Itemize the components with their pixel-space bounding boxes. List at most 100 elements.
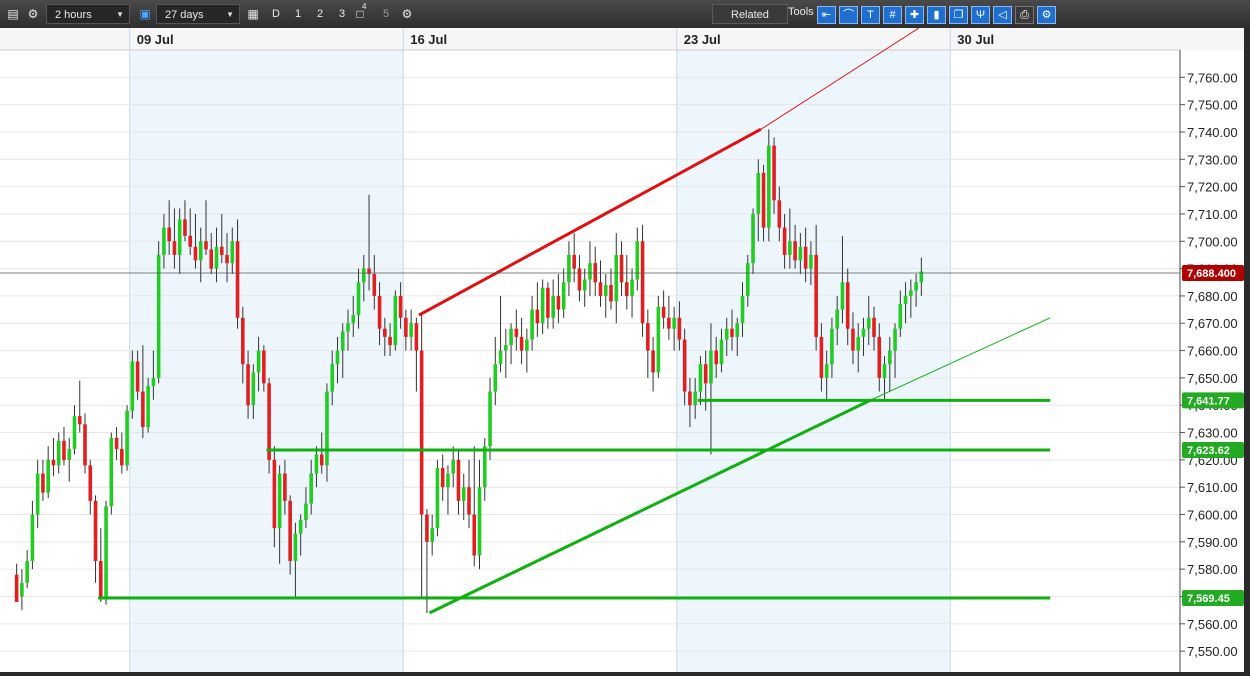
- candle-body[interactable]: [230, 241, 235, 264]
- period-button-2[interactable]: 2: [312, 4, 328, 24]
- candle-body[interactable]: [14, 574, 19, 602]
- candle-body[interactable]: [672, 317, 676, 329]
- candle-body[interactable]: [651, 350, 655, 373]
- candle-body[interactable]: [640, 241, 645, 324]
- candle-body[interactable]: [688, 391, 692, 406]
- candle-body[interactable]: [898, 304, 903, 329]
- grid-icon[interactable]: #: [883, 6, 902, 24]
- candle-body[interactable]: [130, 361, 135, 411]
- candle-body[interactable]: [77, 416, 82, 425]
- candle-body[interactable]: [530, 309, 534, 340]
- candle-body[interactable]: [667, 317, 671, 329]
- candle-body[interactable]: [30, 514, 35, 561]
- candle-body[interactable]: [793, 241, 797, 261]
- candle-body[interactable]: [730, 328, 734, 337]
- period-button-5[interactable]: 5: [378, 4, 394, 24]
- candle-body[interactable]: [293, 533, 298, 561]
- candle-body[interactable]: [20, 582, 24, 597]
- candle-body[interactable]: [251, 372, 256, 406]
- candle-body[interactable]: [798, 246, 803, 261]
- candle-body[interactable]: [272, 459, 277, 529]
- candle-body[interactable]: [146, 386, 150, 428]
- candle-body[interactable]: [788, 241, 792, 255]
- related-button[interactable]: Related: [712, 4, 788, 24]
- candle-body[interactable]: [782, 227, 787, 255]
- candle-body[interactable]: [698, 364, 703, 392]
- candle-body[interactable]: [845, 282, 850, 329]
- candle-body[interactable]: [598, 282, 603, 296]
- period-button-1[interactable]: 1: [290, 4, 306, 24]
- curve-icon[interactable]: ⌒: [839, 6, 858, 24]
- candle-icon[interactable]: ▮: [927, 6, 946, 24]
- candle-body[interactable]: [824, 364, 829, 378]
- candle-body[interactable]: [419, 350, 424, 515]
- candle-body[interactable]: [346, 323, 350, 332]
- candle-body[interactable]: [514, 328, 519, 337]
- print-icon[interactable]: ⎙: [1015, 6, 1034, 24]
- candle-body[interactable]: [256, 350, 261, 373]
- candle-body[interactable]: [25, 560, 29, 583]
- candle-body[interactable]: [288, 500, 292, 561]
- candle-body[interactable]: [309, 473, 313, 504]
- candle-body[interactable]: [393, 295, 398, 346]
- candle-body[interactable]: [267, 383, 271, 460]
- candle-body[interactable]: [304, 503, 308, 520]
- settings-link-icon[interactable]: ⚙: [1037, 6, 1056, 24]
- candle-body[interactable]: [535, 309, 540, 324]
- candle-body[interactable]: [262, 350, 266, 384]
- candle-body[interactable]: [856, 336, 861, 351]
- candle-body[interactable]: [319, 454, 324, 466]
- candle-body[interactable]: [887, 350, 892, 365]
- candle-body[interactable]: [246, 364, 250, 406]
- candle-body[interactable]: [740, 295, 745, 324]
- candle-body[interactable]: [509, 328, 513, 346]
- candle-body[interactable]: [156, 254, 161, 378]
- candle-body[interactable]: [425, 514, 429, 542]
- candle-body[interactable]: [56, 440, 61, 466]
- candle-body[interactable]: [682, 339, 687, 392]
- candle-body[interactable]: [851, 328, 855, 351]
- candle-body[interactable]: [772, 145, 776, 201]
- candle-body[interactable]: [198, 241, 203, 261]
- candle-body[interactable]: [209, 249, 214, 269]
- calendar-icon[interactable]: ▦: [244, 5, 262, 23]
- candle-body[interactable]: [83, 424, 87, 466]
- candle-body[interactable]: [298, 519, 303, 534]
- candle-body[interactable]: [409, 323, 413, 337]
- candle-body[interactable]: [809, 254, 813, 269]
- candle-body[interactable]: [835, 309, 839, 329]
- candle-body[interactable]: [98, 560, 103, 597]
- period-button-3[interactable]: 3: [334, 4, 350, 24]
- candle-body[interactable]: [340, 331, 345, 351]
- candle-body[interactable]: [120, 448, 124, 466]
- candle-body[interactable]: [461, 487, 466, 501]
- candle-body[interactable]: [519, 336, 524, 351]
- candle-body[interactable]: [556, 295, 561, 310]
- candle-body[interactable]: [719, 339, 724, 365]
- candle-body[interactable]: [614, 254, 619, 302]
- candle-body[interactable]: [488, 391, 492, 447]
- candle-body[interactable]: [603, 284, 608, 296]
- gear-icon[interactable]: ⚙: [24, 5, 42, 23]
- candle-body[interactable]: [572, 254, 576, 269]
- candle-body[interactable]: [756, 172, 761, 214]
- candle-body[interactable]: [377, 295, 382, 329]
- candle-body[interactable]: [72, 416, 77, 449]
- candle-body[interactable]: [656, 306, 661, 373]
- candle-body[interactable]: [882, 364, 887, 378]
- list-icon[interactable]: ▤: [4, 5, 22, 23]
- candle-body[interactable]: [167, 227, 171, 242]
- candle-body[interactable]: [588, 263, 592, 280]
- candle-body[interactable]: [162, 227, 166, 255]
- candle-body[interactable]: [840, 282, 845, 310]
- candle-body[interactable]: [335, 350, 340, 365]
- candle-body[interactable]: [361, 268, 366, 283]
- candle-body[interactable]: [493, 364, 498, 392]
- candle-body[interactable]: [41, 473, 45, 493]
- candle-body[interactable]: [903, 295, 908, 305]
- candle-body[interactable]: [582, 279, 587, 291]
- candle-body[interactable]: [456, 459, 461, 501]
- candle-body[interactable]: [104, 506, 108, 597]
- candle-body[interactable]: [914, 282, 918, 291]
- candle-body[interactable]: [567, 254, 571, 283]
